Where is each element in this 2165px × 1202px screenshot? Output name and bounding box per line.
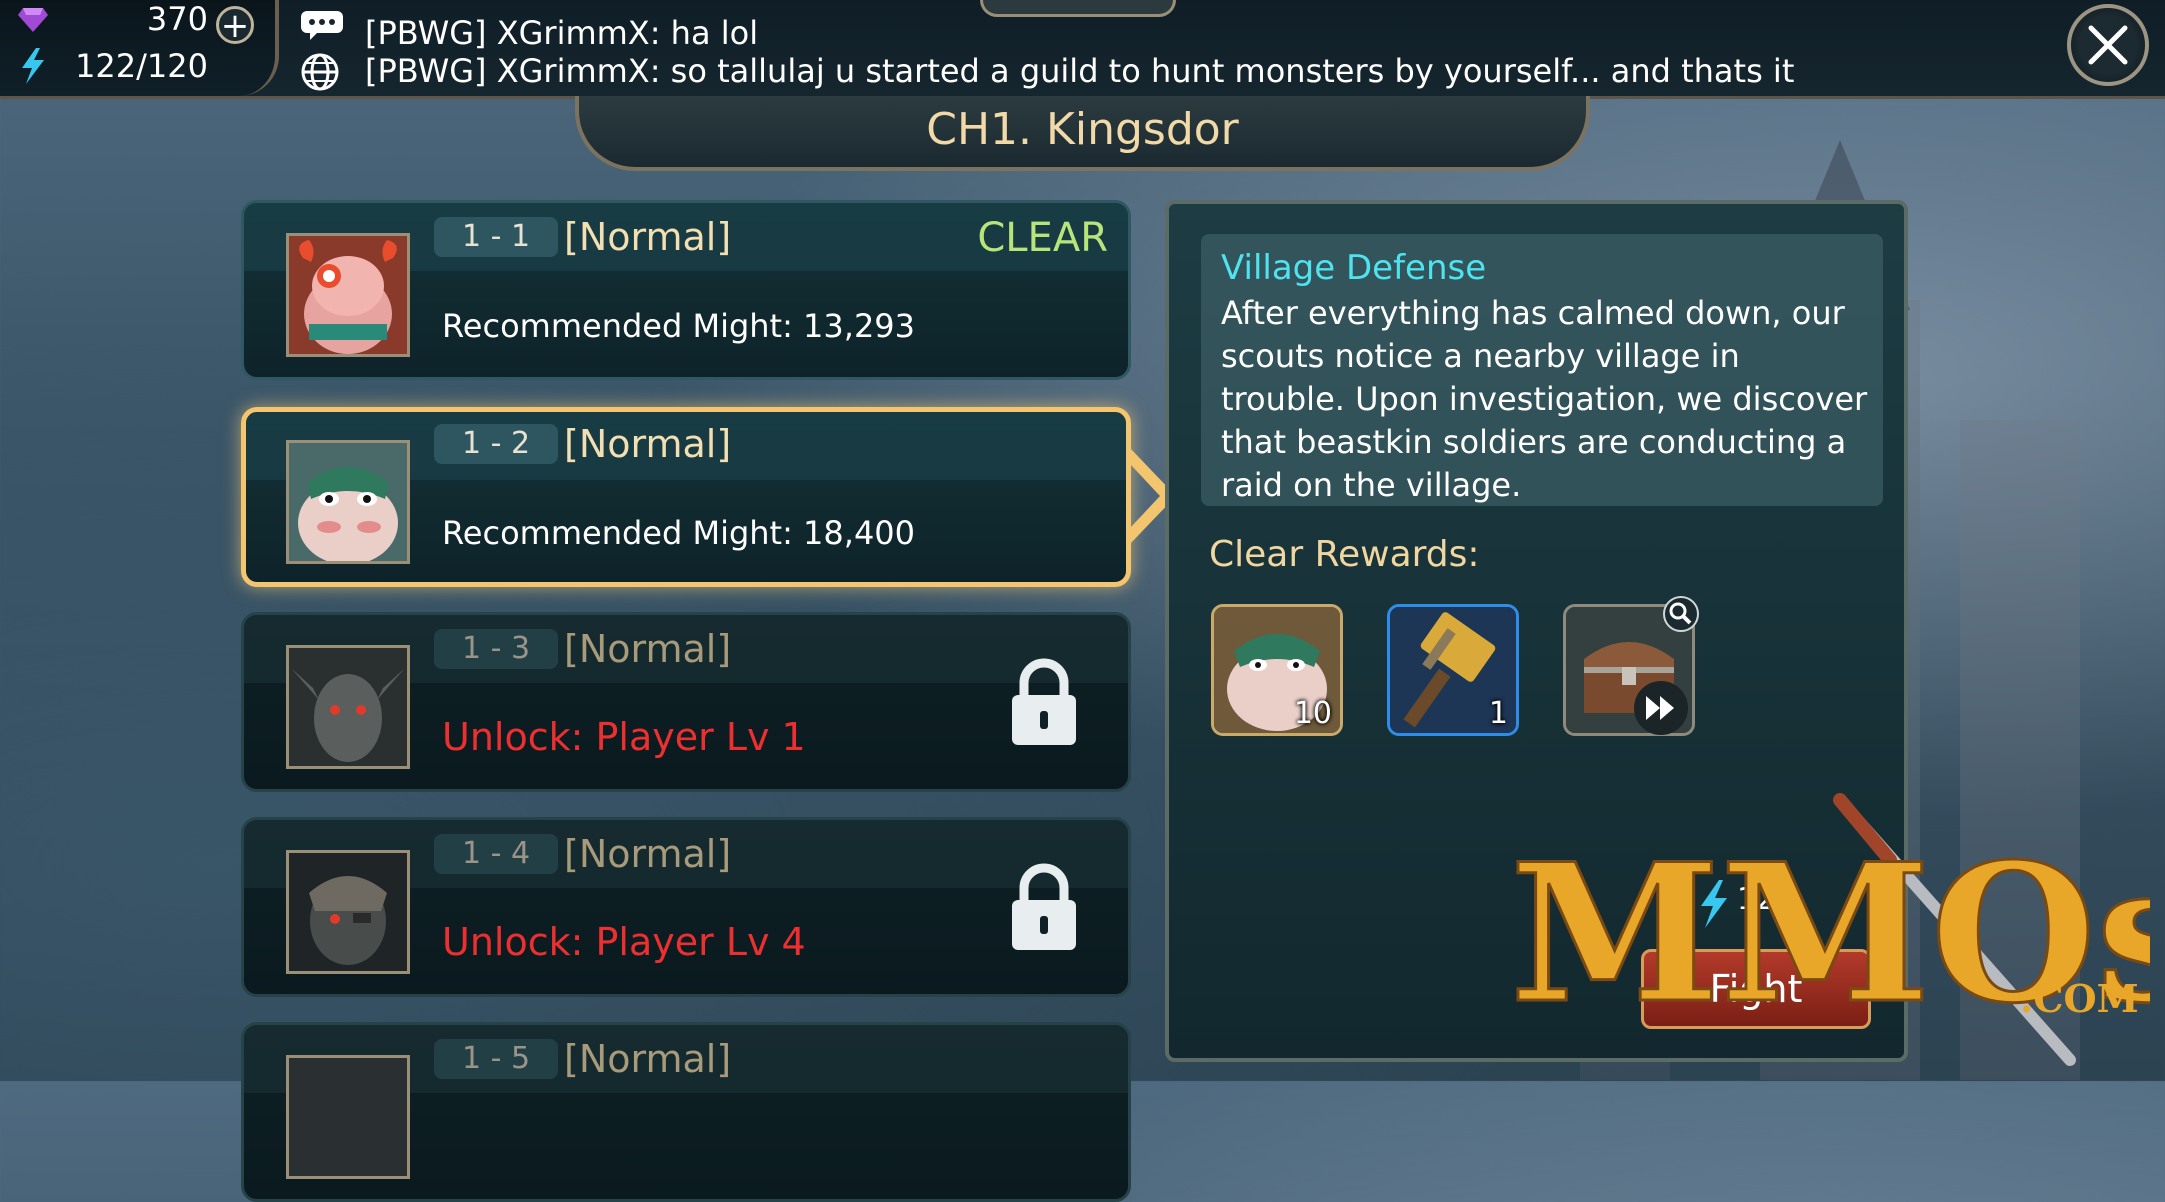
unlock-requirement: Unlock: Player Lv 1 — [442, 715, 806, 759]
reward-treasure-chest[interactable] — [1563, 596, 1699, 736]
stage-difficulty: [Normal] — [564, 832, 732, 876]
stage-description: After everything has calmed down, our sc… — [1221, 294, 1868, 504]
stage-number: 1 - 2 — [434, 424, 558, 464]
clear-badge: CLEAR — [977, 215, 1108, 261]
close-icon — [2088, 25, 2128, 65]
stage-name: Village Defense — [1221, 248, 1487, 288]
stage-item-1-4[interactable]: 1 - 4 [Normal] Unlock: Player Lv 4 — [241, 817, 1131, 997]
stamina-count: 122/120 — [75, 47, 208, 85]
goblin-portrait — [286, 645, 410, 769]
stage-item-1-3[interactable]: 1 - 3 [Normal] Unlock: Player Lv 1 — [241, 612, 1131, 792]
chapter-title: CH1. Kingsdor — [926, 104, 1239, 155]
recommended-might: Recommended Might: 18,400 — [442, 514, 916, 552]
recommended-might: Recommended Might: 13,293 — [442, 307, 916, 345]
monster-portrait — [286, 1055, 410, 1179]
rewards-label: Clear Rewards: — [1209, 534, 1480, 575]
stage-item-1-2[interactable]: 1 - 2 [Normal] Recommended Might: 18,400 — [241, 407, 1131, 587]
fast-forward-icon — [1634, 681, 1688, 735]
stage-item-1-5[interactable]: 1 - 5 [Normal] — [241, 1022, 1131, 1202]
reward-hammer[interactable]: 1 — [1387, 604, 1519, 736]
stage-difficulty: [Normal] — [564, 215, 732, 259]
reward-toad-shard[interactable]: 10 — [1211, 604, 1343, 736]
gems-count: 370 — [146, 0, 208, 38]
stage-number: 1 - 1 — [434, 217, 558, 257]
stage-number: 1 - 5 — [434, 1039, 558, 1079]
reward-quantity: 10 — [1293, 696, 1332, 731]
resource-panel: 370 + 122/120 — [0, 0, 279, 96]
crab-monster-portrait — [286, 233, 410, 357]
stage-number: 1 - 3 — [434, 629, 558, 669]
stage-difficulty: [Normal] — [564, 1037, 732, 1081]
reward-quantity: 1 — [1488, 696, 1508, 731]
magnifier-icon[interactable] — [1662, 595, 1700, 633]
stage-item-1-1[interactable]: 1 - 1 [Normal] CLEAR Recommended Might: … — [241, 200, 1131, 380]
add-gems-button[interactable]: + — [216, 6, 254, 44]
gems-row: 370 — [18, 0, 208, 38]
chat-message-2[interactable]: [PBWG] XGrimmX: so tallulaj u started a … — [365, 52, 1794, 90]
watermark-suffix: .COM — [2020, 976, 2139, 1021]
lock-icon — [1012, 863, 1076, 950]
globe-icon[interactable] — [300, 52, 340, 92]
lock-icon — [1012, 658, 1076, 745]
armored-orc-portrait — [286, 850, 410, 974]
chat-bubble-icon[interactable] — [300, 10, 344, 40]
toad-monster-portrait — [286, 440, 410, 564]
chapter-header: CH1. Kingsdor — [575, 96, 1590, 171]
stamina-row: 122/120 — [18, 47, 208, 85]
stage-number: 1 - 4 — [434, 834, 558, 874]
stage-difficulty: [Normal] — [564, 422, 732, 466]
mmos-watermark-logo: MMOs .COM — [1510, 793, 2150, 1066]
close-button[interactable] — [2067, 4, 2149, 86]
chat-message-1[interactable]: [PBWG] XGrimmX: ha lol — [365, 14, 758, 52]
top-tab-handle[interactable] — [980, 0, 1176, 17]
unlock-requirement: Unlock: Player Lv 4 — [442, 920, 806, 964]
top-bar: 370 + 122/120 [PBWG] XGrimmX: ha lol [PB… — [0, 0, 2165, 99]
stage-difficulty: [Normal] — [564, 627, 732, 671]
